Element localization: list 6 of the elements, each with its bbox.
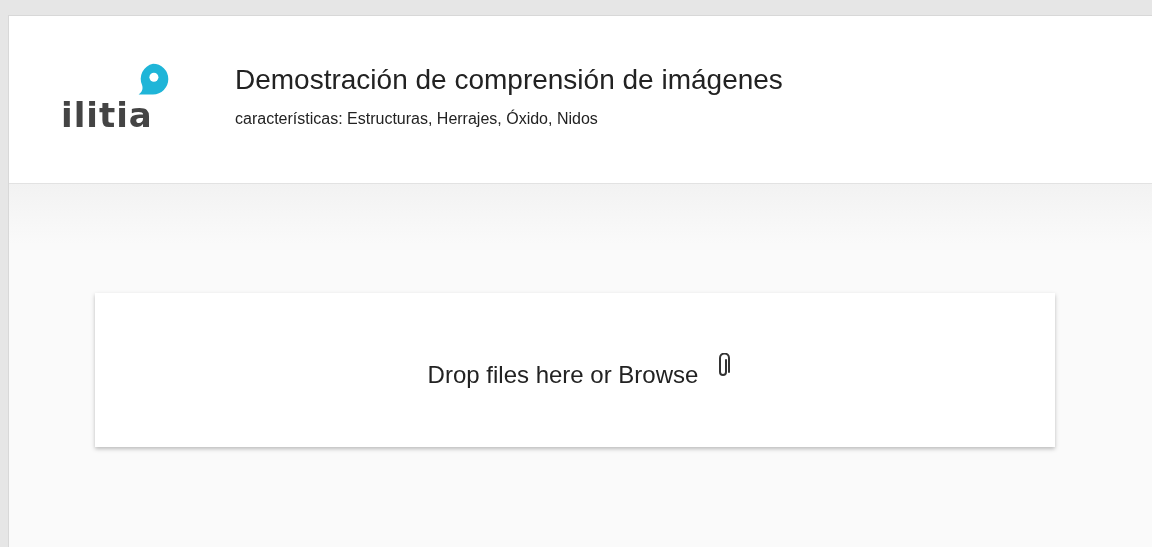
paperclip-icon — [716, 353, 731, 379]
dropzone-label: Drop files here or Browse — [427, 361, 699, 389]
file-dropzone[interactable]: Drop files here or Browse — [95, 293, 1055, 447]
page-title: Demostración de comprensión de imágenes — [235, 63, 783, 96]
logo: ilitia — [61, 61, 185, 138]
page-subtitle: características: Estructuras, Herrajes, Óxido, Nidos — [235, 109, 599, 128]
